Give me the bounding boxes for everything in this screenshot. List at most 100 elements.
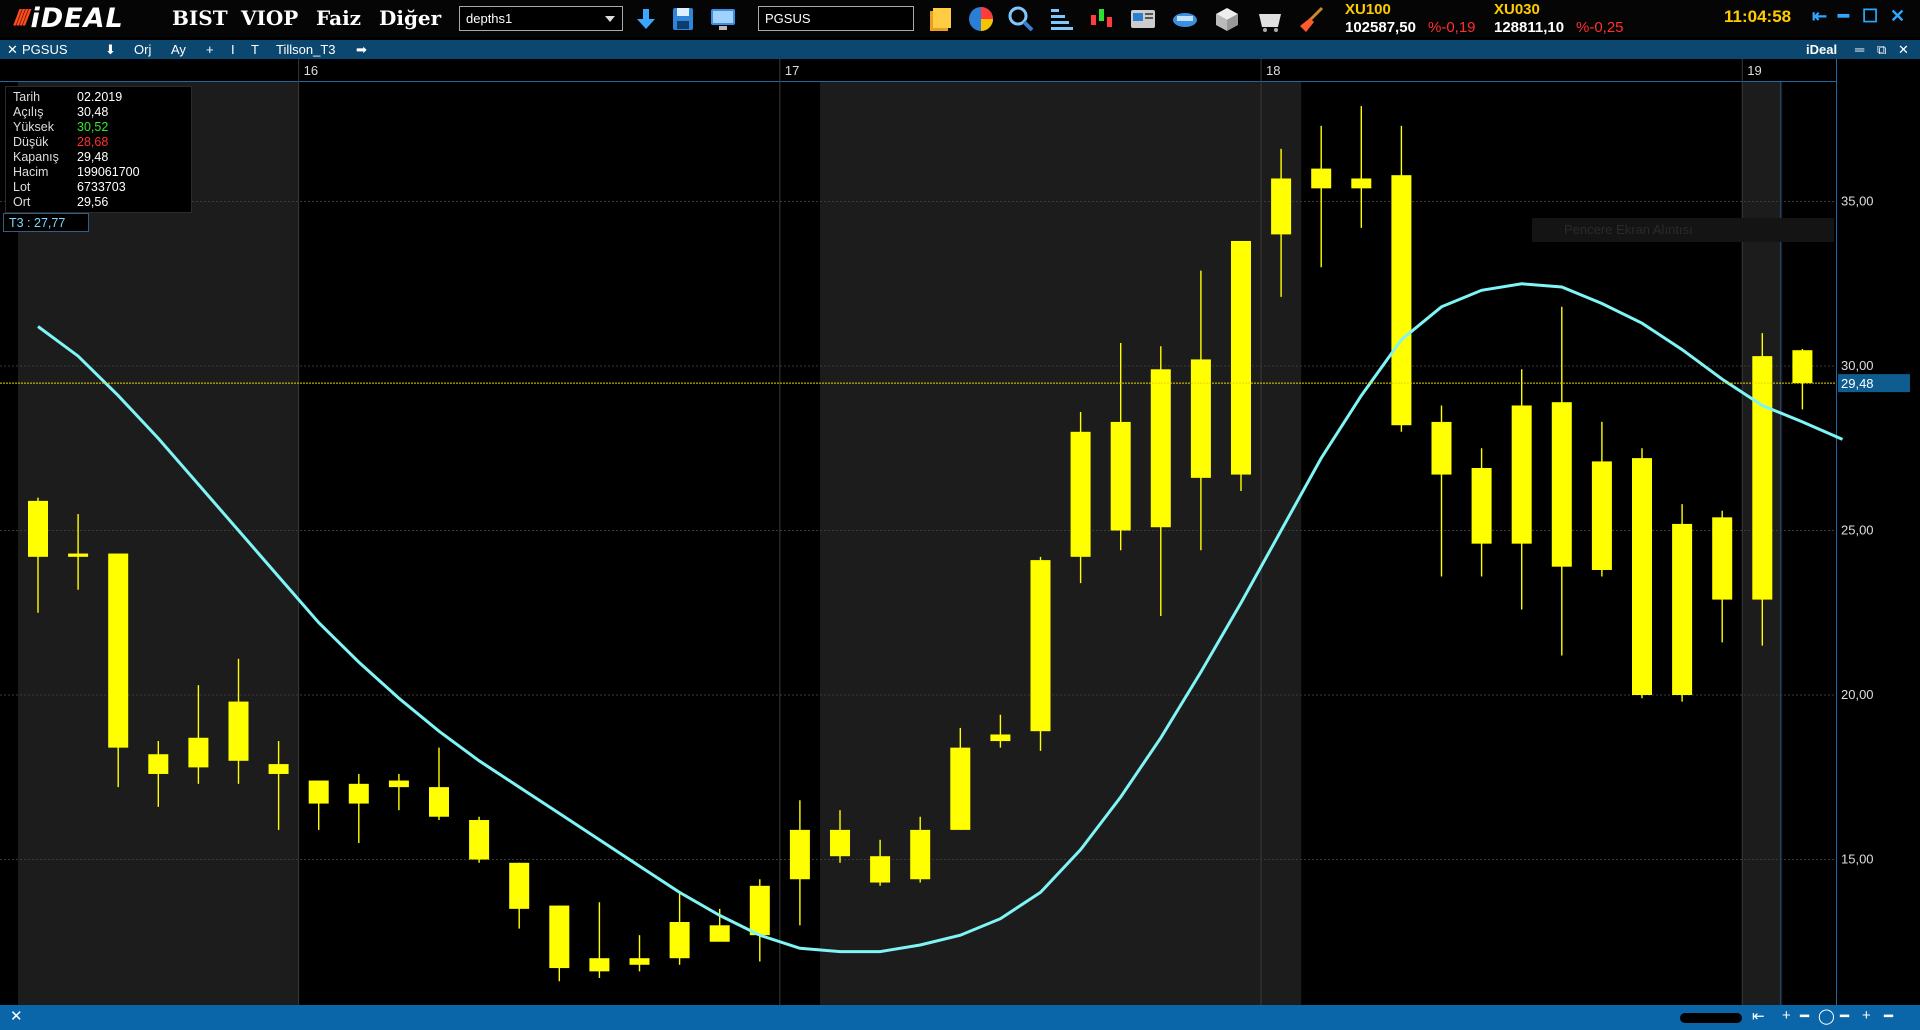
candle-body [348, 783, 369, 804]
chart-header: ✕ PGSUS ⬇ Orj Ay + I T Tillson_T3 ➡ iDea… [0, 40, 1920, 59]
xu100-change: %-0,19 [1428, 19, 1476, 36]
zoom-out-icon[interactable]: ━ [1800, 1007, 1809, 1025]
monitor-icon[interactable] [709, 5, 737, 33]
candle-body [108, 553, 129, 748]
candle-body [1190, 359, 1211, 478]
menu-diger[interactable]: Diğer [379, 6, 441, 30]
magnifier-icon[interactable] [1007, 5, 1035, 33]
xu100-name[interactable]: XU100 [1345, 1, 1391, 18]
price-chart[interactable]: 16 17 18 19 15,00 20,00 25,00 30,00 35,00 29,48 [0, 59, 1920, 1005]
portfolio-icon[interactable] [926, 5, 954, 33]
candles-icon[interactable] [1087, 5, 1115, 33]
menu-bist[interactable]: BIST [172, 6, 228, 30]
broom-icon[interactable] [1298, 5, 1326, 33]
scroll-start-icon[interactable]: ⇤ [1752, 1007, 1765, 1025]
info-key: Kapanış [13, 150, 59, 164]
candle-body [830, 829, 850, 857]
candle-body [68, 553, 89, 557]
y-tick-label: 15,00 [1841, 852, 1874, 867]
chart-symbol[interactable]: PGSUS [22, 42, 68, 57]
maximize-icon[interactable]: ☐ [1862, 6, 1878, 27]
candle-body [1632, 458, 1652, 695]
candle-body [1752, 356, 1773, 600]
symbol-input-value: PGSUS [765, 11, 811, 26]
info-key: Düşük [13, 135, 49, 149]
symbol-input[interactable]: PGSUS [758, 6, 914, 31]
status-close-icon[interactable]: ✕ [10, 1007, 23, 1025]
info-value: 29,48 [77, 150, 109, 164]
candle-body [629, 958, 650, 965]
xu030-name[interactable]: XU030 [1494, 1, 1540, 18]
candle-body [1511, 405, 1532, 544]
candle-body [1792, 350, 1813, 384]
indicator-tillson-t3[interactable]: Tillson_T3 [276, 42, 335, 57]
chart-minimize-icon[interactable]: ═ [1855, 42, 1864, 57]
candle-body [1070, 431, 1091, 557]
pie-chart-icon[interactable] [967, 5, 995, 33]
candle-body [1351, 178, 1372, 189]
candle-body [749, 885, 770, 936]
candle-body [509, 862, 530, 909]
year-band [819, 82, 1302, 1005]
t3-value-badge: T3 : 27,77 [3, 213, 89, 232]
chart-window-close-icon[interactable]: ✕ [1898, 42, 1909, 58]
menu-faiz[interactable]: Faiz [316, 6, 361, 30]
chevron-down-icon[interactable] [605, 16, 615, 22]
candle-body [1150, 369, 1171, 528]
ideal-logo: //// iDEAL [14, 2, 124, 34]
y-tick-label: 20,00 [1841, 687, 1874, 702]
candle-body [669, 922, 690, 959]
x-tick-label: 17 [785, 63, 799, 78]
candle-body [709, 925, 730, 942]
close-icon[interactable]: ✕ [1890, 6, 1905, 27]
chart-close-icon[interactable]: ✕ [7, 42, 18, 58]
candle-body [1471, 467, 1492, 544]
narrow-icon[interactable]: ━ [1840, 1007, 1849, 1025]
fit-icon[interactable]: ━ [1884, 1007, 1893, 1025]
chart-restore-icon[interactable]: ⧉ [1877, 42, 1886, 58]
candle-body [188, 737, 209, 768]
logo-text: iDEAL [30, 2, 124, 34]
candle-body [388, 780, 409, 788]
info-value: 29,56 [77, 195, 109, 209]
orj-button[interactable]: Orj [134, 42, 151, 57]
horizontal-scrollbar[interactable] [1680, 1013, 1742, 1023]
widen-icon[interactable]: + [1862, 1007, 1871, 1024]
clock: 11:04:58 [1724, 7, 1792, 26]
y-tick-label: 35,00 [1841, 194, 1874, 209]
candle-body [268, 764, 289, 774]
candle-body [308, 780, 329, 804]
candle-body [910, 829, 931, 880]
depth-bars-icon[interactable] [1047, 5, 1075, 33]
bank-card-icon[interactable] [1171, 5, 1199, 33]
candle-body [589, 958, 610, 972]
cursor-tool-button[interactable]: I [231, 42, 235, 57]
info-value: 199061700 [77, 165, 140, 179]
menu-viop[interactable]: VIOP [241, 6, 298, 30]
cube-icon[interactable] [1213, 5, 1241, 33]
download-arrow-icon[interactable] [632, 5, 660, 33]
layout-select[interactable]: depths1 [459, 6, 623, 31]
candle-body [1431, 421, 1452, 475]
candle-body [1311, 168, 1332, 189]
basket-icon[interactable] [1256, 5, 1284, 33]
minimize-icon[interactable]: ━ [1838, 6, 1849, 27]
candle-body [28, 500, 48, 557]
y-tick-label: 25,00 [1841, 523, 1874, 538]
restore-left-icon[interactable]: ⇤ [1812, 6, 1827, 27]
down-arrow-icon[interactable]: ⬇ [105, 42, 116, 58]
add-indicator-button[interactable]: + [206, 42, 214, 57]
right-arrow-icon[interactable]: ➡ [356, 42, 367, 58]
save-disk-icon[interactable] [669, 5, 697, 33]
candle-body [990, 734, 1011, 742]
candle-body [469, 820, 490, 860]
zoom-in-icon[interactable]: + [1782, 1007, 1791, 1024]
reset-zoom-icon[interactable]: ◯ [1818, 1007, 1835, 1025]
date-axis-strip [0, 59, 1836, 82]
trend-tool-button[interactable]: T [251, 42, 259, 57]
period-button[interactable]: Ay [171, 42, 186, 57]
news-icon[interactable] [1129, 5, 1157, 33]
candle-body [789, 829, 810, 880]
candle-body [1391, 175, 1412, 426]
candle-body [549, 905, 570, 969]
